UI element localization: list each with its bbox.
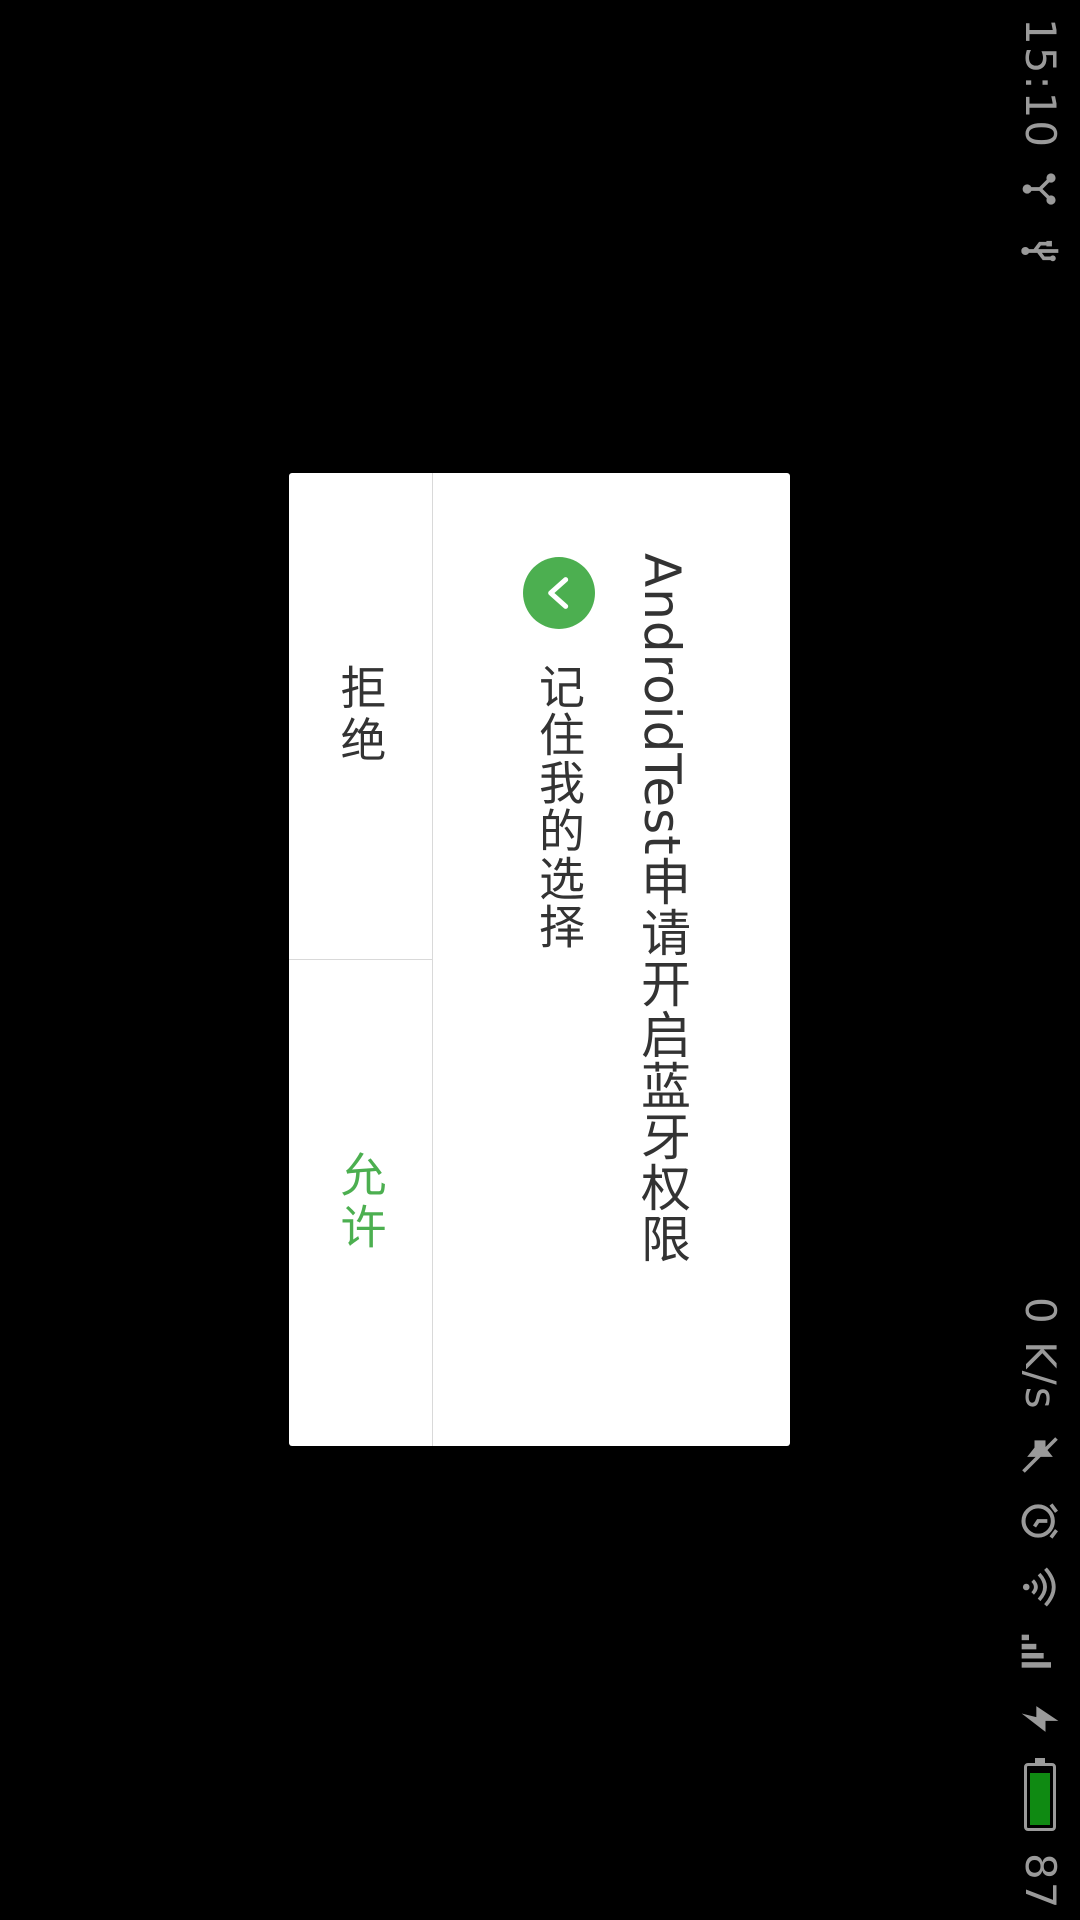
- charging-icon: [1018, 1697, 1062, 1741]
- battery-level-fill: [1030, 1772, 1050, 1825]
- network-speed: 0 K/s: [1016, 1296, 1065, 1411]
- mute-icon: [1018, 1433, 1062, 1477]
- signal-icon: [1018, 1631, 1062, 1675]
- deny-label: 拒绝: [333, 664, 388, 768]
- status-time: 15:10: [1016, 18, 1065, 150]
- dialog-button-bar: 拒绝 允许: [289, 473, 433, 1446]
- remember-choice-label: 记住我的选择: [532, 663, 586, 951]
- remember-choice-row[interactable]: 记住我的选择: [523, 557, 595, 951]
- usb-icon: [1018, 229, 1062, 273]
- battery-percent: 87: [1016, 1852, 1065, 1910]
- deny-button[interactable]: 拒绝: [289, 473, 432, 959]
- allow-label: 允许: [333, 1151, 388, 1255]
- share-icon: [1018, 167, 1062, 211]
- status-bar-left-group: 15:10: [1000, 18, 1080, 273]
- allow-button[interactable]: 允许: [289, 959, 432, 1446]
- checkmark-icon: [548, 577, 569, 609]
- dialog-title: AndroidTest申请开启蓝牙权限: [633, 553, 691, 1264]
- remember-checkbox[interactable]: [523, 557, 595, 629]
- alarm-icon: [1018, 1499, 1062, 1543]
- battery-icon: [1024, 1757, 1056, 1831]
- status-bar: 15:10 0 K/s 87: [1000, 0, 1080, 1920]
- permission-dialog: 拒绝 允许 AndroidTest申请开启蓝牙权限 记住我的选择: [289, 473, 790, 1446]
- dialog-content: AndroidTest申请开启蓝牙权限 记住我的选择: [433, 473, 790, 1446]
- wifi-icon: [1018, 1565, 1062, 1609]
- status-bar-right-group: 0 K/s 87: [1000, 1297, 1080, 1910]
